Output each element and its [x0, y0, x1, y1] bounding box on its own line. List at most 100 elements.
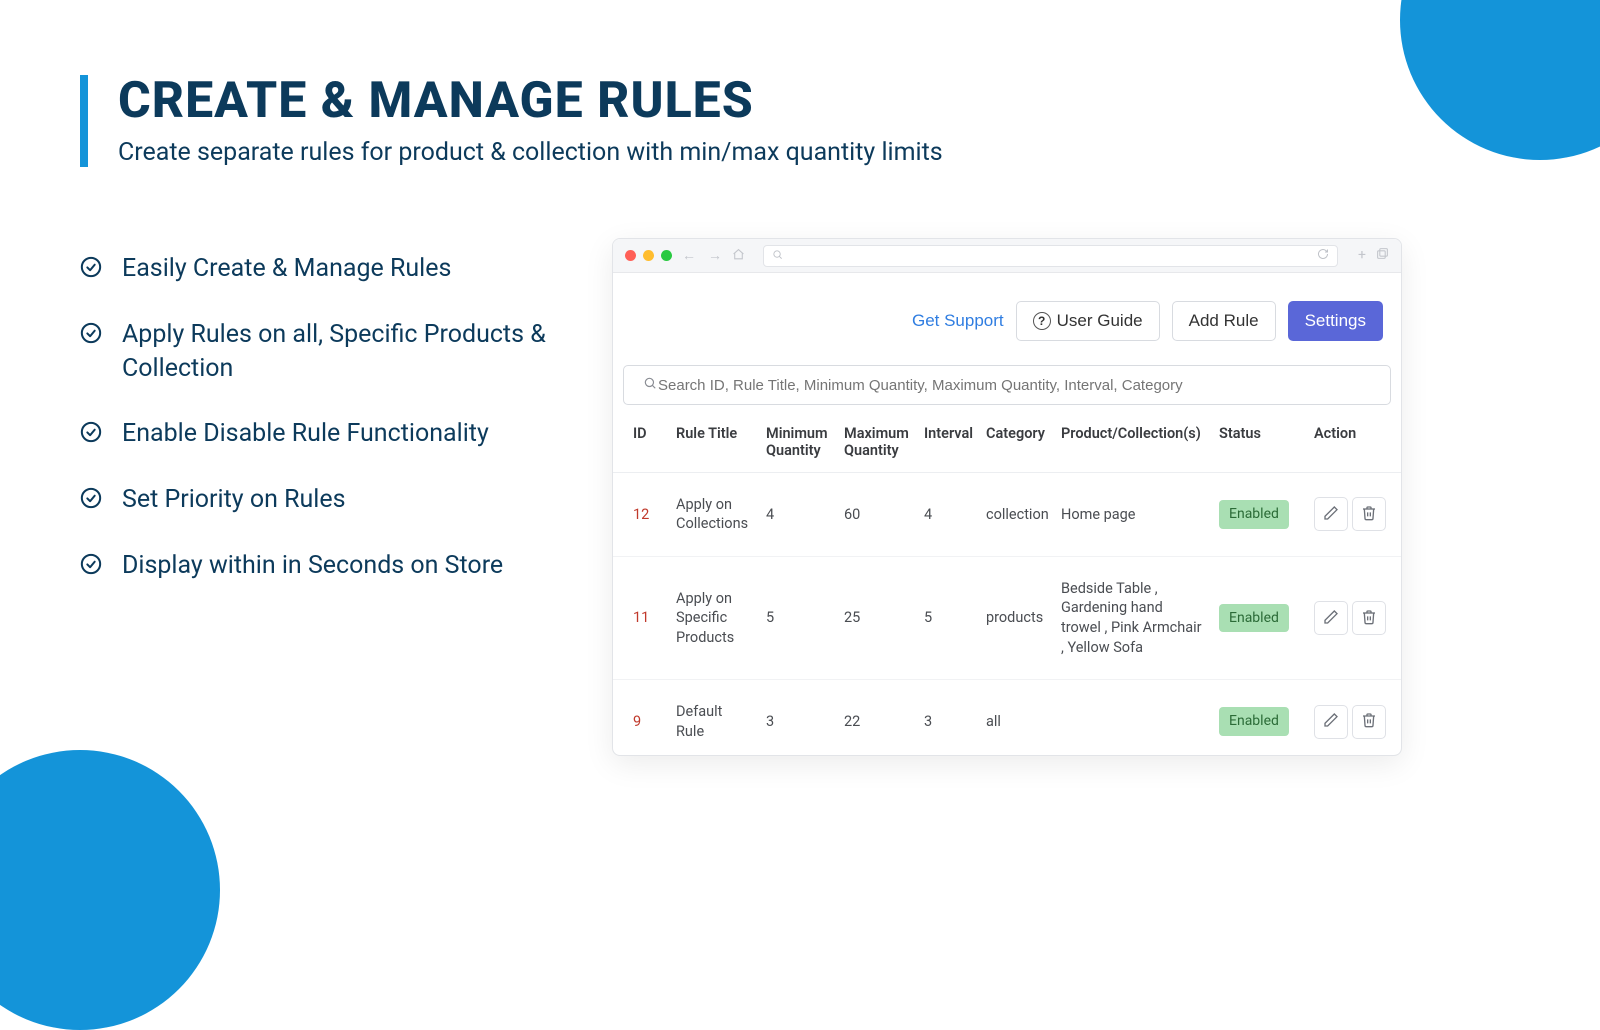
page-title: CREATE & MANAGE RULES: [118, 75, 943, 128]
table-header-row: ID Rule Title Minimum Quantity Maximum Q…: [613, 411, 1401, 472]
reload-icon[interactable]: [1317, 248, 1329, 263]
feature-list: Easily Create & Manage Rules Apply Rules …: [80, 252, 590, 615]
cell-max: 22: [836, 680, 916, 756]
cell-category: all: [978, 680, 1053, 756]
feature-text: Set Priority on Rules: [122, 483, 346, 517]
browser-chrome: ← → +: [613, 239, 1401, 273]
cell-max: 25: [836, 556, 916, 679]
user-guide-label: User Guide: [1057, 311, 1143, 331]
search-icon: [643, 376, 657, 394]
tabs-icon[interactable]: [1376, 247, 1389, 264]
col-status: Status: [1211, 411, 1306, 472]
edit-button[interactable]: [1314, 497, 1348, 531]
cell-max: 60: [836, 472, 916, 556]
delete-button[interactable]: [1352, 497, 1386, 531]
cell-product: [1053, 680, 1211, 756]
delete-button[interactable]: [1352, 601, 1386, 635]
status-badge: Enabled: [1219, 604, 1289, 633]
cell-action: [1306, 680, 1401, 756]
check-circle-icon: [80, 256, 104, 280]
status-badge: Enabled: [1219, 500, 1289, 529]
cell-title: Apply on Collections: [668, 472, 758, 556]
cell-status: Enabled: [1211, 680, 1306, 756]
pencil-icon: [1323, 505, 1339, 524]
pencil-icon: [1323, 609, 1339, 628]
cell-id: 9: [613, 680, 668, 756]
feature-text: Easily Create & Manage Rules: [122, 252, 451, 286]
cell-interval: 4: [916, 472, 978, 556]
feature-item: Enable Disable Rule Functionality: [80, 417, 590, 451]
cell-action: [1306, 556, 1401, 679]
close-window-icon[interactable]: [625, 250, 636, 261]
forward-icon[interactable]: →: [706, 247, 724, 264]
search-wrap: [623, 365, 1391, 405]
col-product: Product/Collection(s): [1053, 411, 1211, 472]
check-circle-icon: [80, 553, 104, 577]
new-tab-icon[interactable]: +: [1358, 247, 1366, 264]
cell-min: 4: [758, 472, 836, 556]
cell-action: [1306, 472, 1401, 556]
table-row: 11Apply on Specific Products5255products…: [613, 556, 1401, 679]
cell-status: Enabled: [1211, 556, 1306, 679]
search-icon: [772, 249, 783, 263]
feature-text: Enable Disable Rule Functionality: [122, 417, 489, 451]
feature-text: Display within in Seconds on Store: [122, 549, 503, 583]
trash-icon: [1361, 712, 1377, 731]
status-badge: Enabled: [1219, 707, 1289, 736]
cell-product: Bedside Table , Gardening hand trowel , …: [1053, 556, 1211, 679]
settings-button[interactable]: Settings: [1288, 301, 1383, 341]
hero: CREATE & MANAGE RULES Create separate ru…: [80, 75, 943, 167]
rules-table: ID Rule Title Minimum Quantity Maximum Q…: [613, 411, 1401, 755]
delete-button[interactable]: [1352, 705, 1386, 739]
cell-category: collection: [978, 472, 1053, 556]
cell-product: Home page: [1053, 472, 1211, 556]
edit-button[interactable]: [1314, 705, 1348, 739]
trash-icon: [1361, 505, 1377, 524]
cell-status: Enabled: [1211, 472, 1306, 556]
page-subtitle: Create separate rules for product & coll…: [118, 138, 943, 167]
col-interval: Interval: [916, 411, 978, 472]
user-guide-button[interactable]: ? User Guide: [1016, 301, 1160, 341]
feature-item: Apply Rules on all, Specific Products & …: [80, 318, 590, 386]
cell-category: products: [978, 556, 1053, 679]
cell-interval: 5: [916, 556, 978, 679]
pencil-icon: [1323, 712, 1339, 731]
check-circle-icon: [80, 322, 104, 346]
col-category: Category: [978, 411, 1053, 472]
traffic-lights: [625, 250, 672, 261]
col-min-qty: Minimum Quantity: [758, 411, 836, 472]
cell-title: Default Rule: [668, 680, 758, 756]
col-id: ID: [613, 411, 668, 472]
browser-window: ← → + Get Support ? User Guide Add Rule …: [612, 238, 1402, 756]
feature-item: Set Priority on Rules: [80, 483, 590, 517]
get-support-link[interactable]: Get Support: [912, 311, 1004, 331]
add-rule-button[interactable]: Add Rule: [1172, 301, 1276, 341]
url-bar[interactable]: [763, 245, 1338, 267]
minimize-window-icon[interactable]: [643, 250, 654, 261]
edit-button[interactable]: [1314, 601, 1348, 635]
table-row: 9Default Rule3223allEnabled: [613, 680, 1401, 756]
cell-title: Apply on Specific Products: [668, 556, 758, 679]
back-icon[interactable]: ←: [680, 247, 698, 264]
cell-id: 11: [613, 556, 668, 679]
cell-min: 5: [758, 556, 836, 679]
decorative-blob-bottom: [0, 750, 220, 1030]
app-toolbar: Get Support ? User Guide Add Rule Settin…: [613, 273, 1401, 365]
feature-item: Display within in Seconds on Store: [80, 549, 590, 583]
decorative-blob-top: [1400, 0, 1600, 160]
col-action: Action: [1306, 411, 1401, 472]
col-rule-title: Rule Title: [668, 411, 758, 472]
home-icon[interactable]: [732, 246, 745, 265]
table-row: 12Apply on Collections4604collectionHome…: [613, 472, 1401, 556]
cell-id: 12: [613, 472, 668, 556]
maximize-window-icon[interactable]: [661, 250, 672, 261]
help-icon: ?: [1033, 312, 1051, 330]
check-circle-icon: [80, 421, 104, 445]
trash-icon: [1361, 609, 1377, 628]
cell-min: 3: [758, 680, 836, 756]
feature-item: Easily Create & Manage Rules: [80, 252, 590, 286]
col-max-qty: Maximum Quantity: [836, 411, 916, 472]
cell-interval: 3: [916, 680, 978, 756]
search-input[interactable]: [623, 365, 1391, 405]
feature-text: Apply Rules on all, Specific Products & …: [122, 318, 590, 386]
